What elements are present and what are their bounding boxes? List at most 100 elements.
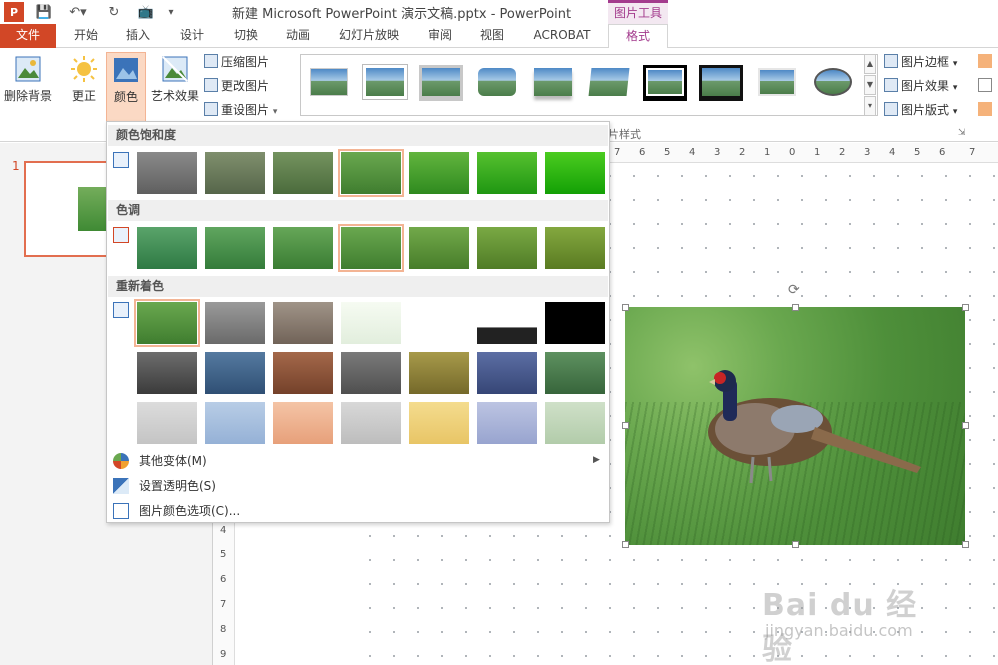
window-title: 新建 Microsoft PowerPoint 演示文稿.pptx - Powe… — [232, 7, 572, 22]
recolor-swatch[interactable] — [341, 302, 401, 344]
resize-handle[interactable] — [622, 304, 629, 311]
ruler-tick: 0 — [789, 147, 796, 158]
customize-toolbar-icon[interactable]: ▾ — [164, 2, 178, 22]
corrections-button[interactable]: 更正 — [64, 52, 104, 116]
resize-handle[interactable] — [792, 541, 799, 548]
gallery-more-icon[interactable]: ▾ — [864, 96, 876, 116]
recolor-swatch[interactable] — [341, 352, 401, 394]
recolor-swatch[interactable] — [205, 302, 265, 344]
resize-handle[interactable] — [622, 541, 629, 548]
style-thumb[interactable] — [811, 65, 855, 101]
tab-insert[interactable]: 插入 — [116, 24, 160, 48]
recolor-swatch[interactable] — [409, 402, 469, 444]
tone-swatch[interactable] — [338, 224, 404, 272]
align-icon[interactable] — [978, 102, 992, 116]
reset-dropdown-arrow-icon[interactable]: ▾ — [273, 107, 278, 117]
tab-slideshow[interactable]: 幻灯片放映 — [332, 24, 406, 48]
tab-home[interactable]: 开始 — [64, 24, 108, 48]
reset-picture-button[interactable]: 重设图片 ▾ — [204, 100, 277, 120]
picture-layout-button[interactable]: 图片版式 ▾ — [884, 100, 957, 120]
gallery-scroll-down-icon[interactable]: ▼ — [864, 75, 876, 95]
tone-swatch[interactable] — [137, 227, 197, 269]
recolor-swatch[interactable] — [273, 352, 333, 394]
tab-file[interactable]: 文件 — [0, 24, 56, 48]
recolor-swatch[interactable] — [205, 352, 265, 394]
set-transparent-item[interactable]: 设置透明色(S) — [139, 475, 216, 497]
gallery-scroll-up-icon[interactable]: ▲ — [864, 54, 876, 74]
resize-handle[interactable] — [962, 422, 969, 429]
style-thumb[interactable] — [363, 65, 407, 101]
style-thumb[interactable] — [307, 65, 351, 101]
saturation-swatch[interactable] — [409, 152, 469, 194]
rotate-handle-icon[interactable]: ⟳ — [788, 282, 800, 298]
undo-icon[interactable]: ↶▾ — [64, 2, 92, 22]
compress-pictures-button[interactable]: 压缩图片 — [204, 52, 269, 72]
picture-border-button[interactable]: 图片边框 ▾ — [884, 52, 957, 72]
tab-format[interactable]: 格式 — [608, 24, 668, 49]
picture-effects-button[interactable]: 图片效果 ▾ — [884, 76, 957, 96]
ruler-tick: 7 — [220, 599, 227, 610]
resize-handle[interactable] — [622, 422, 629, 429]
ruler-tick: 7 — [614, 147, 621, 158]
recolor-swatch[interactable] — [409, 302, 469, 344]
recolor-swatch[interactable] — [205, 402, 265, 444]
selection-pane-icon[interactable] — [978, 78, 992, 92]
artistic-effects-button[interactable]: 艺术效果 — [150, 52, 200, 116]
tab-acrobat[interactable]: ACROBAT — [524, 24, 600, 48]
saturation-swatch[interactable] — [338, 149, 404, 197]
tone-swatch[interactable] — [205, 227, 265, 269]
style-thumb[interactable] — [587, 65, 631, 101]
saturation-swatch[interactable] — [205, 152, 265, 194]
picture-color-options-item[interactable]: 图片颜色选项(C)... — [139, 500, 240, 522]
saturation-swatch[interactable] — [137, 152, 197, 194]
recolor-swatch[interactable] — [409, 352, 469, 394]
recolor-swatch[interactable] — [341, 402, 401, 444]
recolor-swatch[interactable] — [134, 299, 200, 347]
tab-review[interactable]: 审阅 — [418, 24, 462, 48]
tone-swatch[interactable] — [545, 227, 605, 269]
saturation-swatch[interactable] — [477, 152, 537, 194]
saturation-swatch[interactable] — [545, 152, 605, 194]
recolor-swatch[interactable] — [273, 302, 333, 344]
tab-transitions[interactable]: 切换 — [224, 24, 268, 48]
save-icon[interactable]: 💾 — [34, 2, 54, 22]
redo-icon[interactable]: ↻ — [104, 2, 124, 22]
change-picture-button[interactable]: 更改图片 — [204, 76, 269, 96]
pheasant-illustration — [708, 370, 921, 484]
style-thumb[interactable] — [475, 65, 519, 101]
resize-handle[interactable] — [792, 304, 799, 311]
resize-handle[interactable] — [962, 304, 969, 311]
recolor-swatch[interactable] — [137, 402, 197, 444]
dialog-launcher-icon[interactable]: ⇲ — [958, 128, 966, 138]
picture-effects-label: 图片效果 — [901, 79, 950, 93]
tone-swatch[interactable] — [477, 227, 537, 269]
tab-view[interactable]: 视图 — [470, 24, 514, 48]
recolor-swatch[interactable] — [273, 402, 333, 444]
recolor-swatch[interactable] — [545, 302, 605, 344]
style-thumb[interactable] — [755, 65, 799, 101]
resize-handle[interactable] — [962, 541, 969, 548]
style-thumb[interactable] — [643, 65, 687, 101]
saturation-swatch[interactable] — [273, 152, 333, 194]
more-variations-item[interactable]: 其他变体(M) — [139, 450, 207, 472]
picture-layout-label: 图片版式 — [901, 103, 950, 117]
ruler-tick: 8 — [220, 624, 227, 635]
recolor-swatch[interactable] — [477, 302, 537, 344]
pheasant-picture[interactable] — [625, 307, 965, 545]
color-button[interactable]: 颜色 — [106, 52, 146, 122]
presentation-icon[interactable]: 📺 — [134, 2, 158, 22]
recolor-swatch[interactable] — [545, 402, 605, 444]
recolor-swatch[interactable] — [477, 352, 537, 394]
tab-design[interactable]: 设计 — [170, 24, 214, 48]
style-thumb[interactable] — [419, 65, 463, 101]
style-thumb[interactable] — [531, 65, 575, 101]
arrange-icon[interactable] — [978, 54, 992, 68]
tone-swatch[interactable] — [273, 227, 333, 269]
style-thumb[interactable] — [699, 65, 743, 101]
recolor-swatch[interactable] — [545, 352, 605, 394]
recolor-swatch[interactable] — [477, 402, 537, 444]
remove-background-button[interactable]: 删除背景 — [2, 52, 54, 116]
tab-animations[interactable]: 动画 — [276, 24, 320, 48]
recolor-swatch[interactable] — [137, 352, 197, 394]
tone-swatch[interactable] — [409, 227, 469, 269]
